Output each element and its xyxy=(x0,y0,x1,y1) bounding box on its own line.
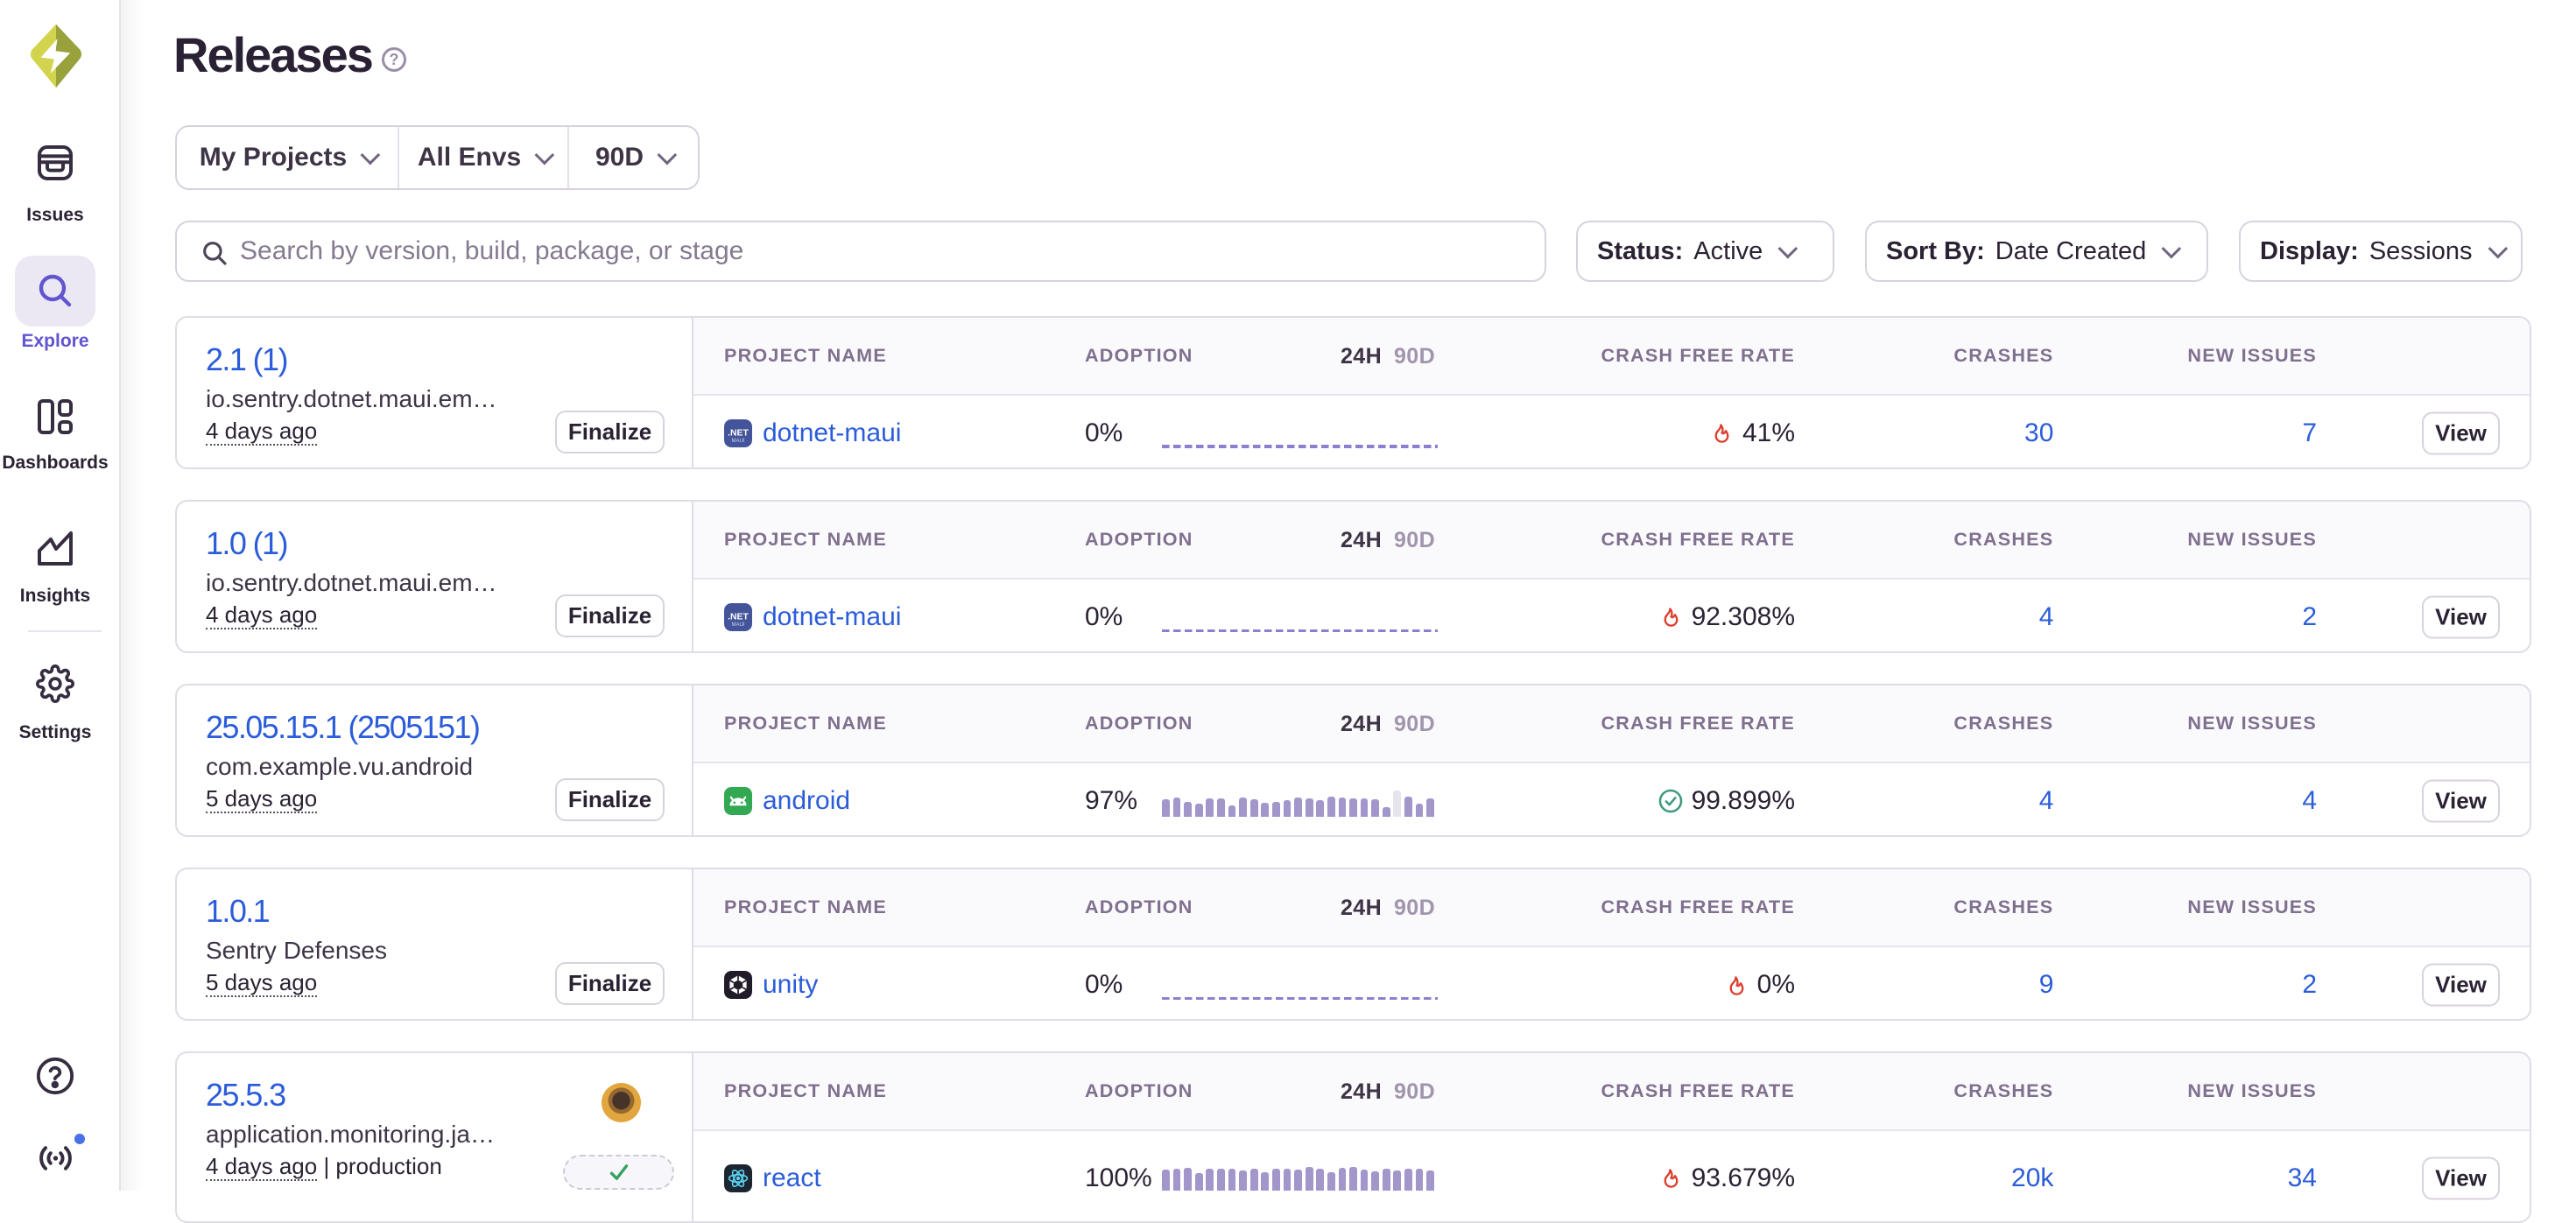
svg-text:MAUI: MAUI xyxy=(732,622,745,628)
svg-text:.NET: .NET xyxy=(728,428,749,438)
svg-text:.NET: .NET xyxy=(728,612,749,622)
svg-text:MAUI: MAUI xyxy=(732,439,745,444)
